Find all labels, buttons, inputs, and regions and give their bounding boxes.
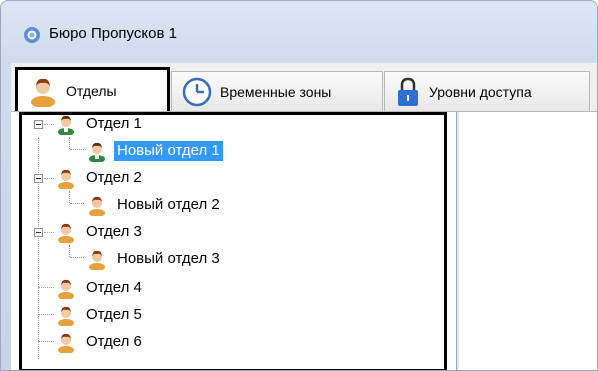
collapse-toggle[interactable] (34, 174, 43, 183)
tree-item-dept-5[interactable]: Отдел 5 (55, 304, 145, 326)
tree-line (44, 178, 54, 179)
tree-item-label: Отдел 5 (86, 306, 142, 323)
tab-access-levels[interactable]: Уровни доступа (384, 71, 590, 111)
tree-line (70, 149, 84, 150)
tree-item-dept-2[interactable]: Отдел 2 (55, 167, 145, 189)
tab-access-levels-label: Уровни доступа (429, 83, 532, 100)
tree-item-label: Отдел 2 (86, 169, 142, 186)
tree-item-new-dept-2[interactable]: Новый отдел 2 (86, 194, 223, 216)
client-area: Отделы Временные зоны Уровни доступа Отд… (11, 63, 597, 370)
lock-icon (395, 76, 421, 108)
tree-line (44, 232, 54, 233)
user-icon (58, 223, 74, 243)
tree-item-dept-6[interactable]: Отдел 6 (55, 331, 145, 353)
properties-panel (456, 112, 597, 370)
app-window: Бюро Пропусков 1 Отделы Временные зоны У… (0, 0, 598, 371)
tree-line (70, 257, 84, 258)
tree-item-dept-4[interactable]: Отдел 4 (55, 277, 145, 299)
tree-item-label: Новый отдел 2 (117, 196, 220, 213)
clock-icon (182, 77, 212, 107)
app-icon (24, 27, 40, 43)
user-green-icon (89, 142, 105, 162)
tree-item-dept-1[interactable]: Отдел 1 (55, 113, 145, 135)
tab-time-zones-label: Временные зоны (220, 83, 332, 100)
tree-line (69, 245, 70, 257)
person-icon (28, 75, 58, 107)
tab-content: Отдел 1 Новый отдел 1 Отдел 2 Новый отде… (11, 111, 597, 370)
tree-line (69, 191, 70, 203)
user-icon (58, 279, 74, 299)
tree-item-label: Отдел 1 (86, 115, 142, 132)
collapse-toggle[interactable] (34, 120, 43, 129)
departments-tree[interactable]: Отдел 1 Новый отдел 1 Отдел 2 Новый отде… (19, 112, 447, 370)
tree-line (44, 124, 54, 125)
user-green-icon (58, 115, 74, 135)
tree-line (38, 137, 39, 359)
user-icon (58, 333, 74, 353)
tab-departments-label: Отделы (66, 82, 117, 99)
tree-item-label: Отдел 4 (86, 279, 142, 296)
title-bar[interactable]: Бюро Пропусков 1 (1, 1, 597, 57)
user-icon (89, 196, 105, 216)
tree-line (38, 314, 54, 315)
tab-departments[interactable]: Отделы (15, 67, 170, 111)
tree-item-label: Новый отдел 3 (117, 250, 220, 267)
tree-item-dept-3[interactable]: Отдел 3 (55, 221, 145, 243)
tree-line (69, 137, 70, 149)
user-icon (58, 169, 74, 189)
tree-item-label: Отдел 3 (86, 223, 142, 240)
tree-line (70, 203, 84, 204)
user-icon (89, 250, 105, 270)
tree-line (38, 341, 54, 342)
tree-item-new-dept-3[interactable]: Новый отдел 3 (86, 248, 223, 270)
user-icon (58, 306, 74, 326)
tree-item-label: Отдел 6 (86, 333, 142, 350)
tree-item-new-dept-1[interactable]: Новый отдел 1 (86, 140, 223, 162)
window-title: Бюро Пропусков 1 (49, 25, 177, 42)
tree-line (38, 287, 54, 288)
collapse-toggle[interactable] (34, 228, 43, 237)
tree-item-label: Новый отдел 1 (114, 141, 223, 161)
tab-time-zones[interactable]: Временные зоны (171, 71, 383, 111)
